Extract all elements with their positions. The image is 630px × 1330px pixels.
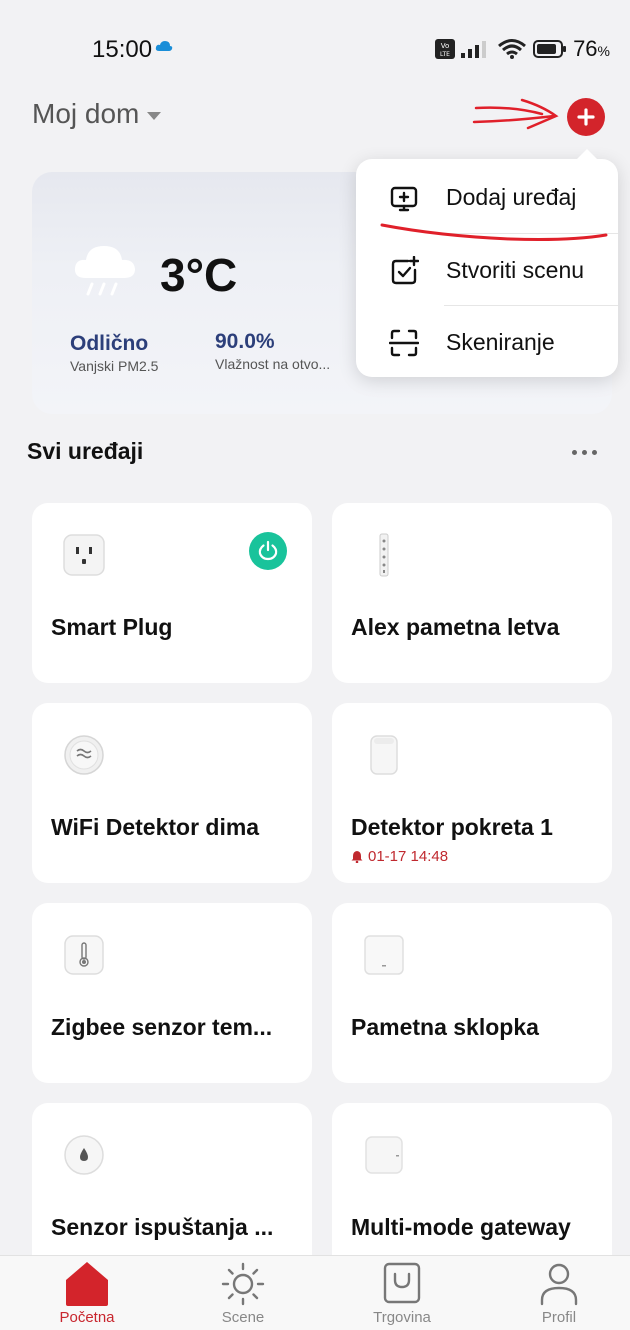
device-name: Pametna sklopka xyxy=(351,1014,539,1040)
weather-stat-pm25: Odlično Vanjski PM2.5 xyxy=(70,332,159,374)
section-title: Svi uređaji xyxy=(27,438,144,464)
home-selector[interactable]: Moj dom xyxy=(32,98,162,130)
device-alert: 01-17 14:48 xyxy=(351,848,448,865)
add-menu: Dodaj uređaj Stvoriti scenu Skeniranje xyxy=(356,149,618,378)
dot-icon xyxy=(592,449,597,455)
home-icon xyxy=(66,1262,108,1306)
wifi-icon xyxy=(498,39,527,59)
smart-plug-icon xyxy=(63,534,105,576)
device-name: Senzor ispuštanja ... xyxy=(51,1214,274,1240)
gateway-icon xyxy=(365,1136,403,1174)
add-button[interactable] xyxy=(567,98,605,136)
menu-item-label: Stvoriti scenu xyxy=(446,256,585,283)
dot-icon xyxy=(572,449,577,455)
nav-item-scene[interactable]: Scene xyxy=(188,1256,298,1330)
nav-label: Profil xyxy=(541,1309,577,1326)
device-name: Alex pametna letva xyxy=(351,614,560,640)
device-card-power-strip[interactable]: Alex pametna letva xyxy=(332,503,612,683)
device-card-smart-plug[interactable]: Smart Plug xyxy=(32,503,312,683)
plus-icon xyxy=(577,108,595,126)
annotation-underline-drawing xyxy=(380,223,608,241)
weather-stat-humidity: 90.0% Vlažnost na otvo... xyxy=(215,330,331,372)
power-icon xyxy=(258,540,278,561)
device-name: Zigbee senzor tem... xyxy=(51,1014,273,1040)
bell-icon xyxy=(351,851,363,863)
scan-icon xyxy=(389,329,419,357)
annotation-arrow-drawing xyxy=(472,98,559,130)
menu-item-scan[interactable]: Skeniranje xyxy=(356,306,618,378)
temperature-sensor-icon xyxy=(64,935,104,975)
status-time: 15:00 xyxy=(92,36,153,63)
device-card-smoke-detector[interactable]: WiFi Detektor dima xyxy=(32,703,312,883)
nav-item-shop[interactable]: Trgovina xyxy=(347,1256,457,1330)
status-icons: Vo LTE 76% xyxy=(435,36,610,62)
menu-item-label: Skeniranje xyxy=(446,328,555,355)
menu-item-label: Dodaj uređaj xyxy=(446,183,577,210)
smart-switch-icon xyxy=(364,935,404,975)
status-bar: 15:00 Vo LTE 76% xyxy=(0,0,630,95)
svg-text:LTE: LTE xyxy=(440,51,450,58)
cloud-icon xyxy=(155,41,173,51)
dot-icon xyxy=(582,449,587,455)
home-name: Moj dom xyxy=(32,98,140,129)
create-scene-icon xyxy=(391,256,419,285)
more-options-button[interactable] xyxy=(572,442,606,462)
battery-icon xyxy=(533,40,567,58)
nav-label: Scene xyxy=(221,1309,265,1326)
sun-icon xyxy=(221,1262,265,1306)
nav-label: Početna xyxy=(59,1309,115,1326)
smoke-detector-icon xyxy=(64,735,104,775)
device-card-smart-switch[interactable]: Pametna sklopka xyxy=(332,903,612,1083)
device-name: Smart Plug xyxy=(51,614,173,640)
device-name: WiFi Detektor dima xyxy=(51,814,260,840)
power-toggle[interactable] xyxy=(249,532,287,570)
battery-level: 76% xyxy=(573,36,610,61)
profile-icon xyxy=(540,1263,578,1306)
bottom-nav: Početna Scene Trgovina Profil xyxy=(0,1255,630,1330)
caret-down-icon xyxy=(147,112,162,120)
power-strip-icon xyxy=(379,533,389,577)
svg-text:Vo: Vo xyxy=(441,42,450,50)
signal-icon xyxy=(461,41,487,58)
temperature: 3°C xyxy=(160,249,238,301)
volte-icon: Vo LTE xyxy=(435,39,456,59)
device-name: Detektor pokreta 1 xyxy=(351,814,553,840)
nav-item-home[interactable]: Početna xyxy=(32,1256,142,1330)
nav-label: Trgovina xyxy=(373,1309,431,1326)
device-card-motion-sensor[interactable]: Detektor pokreta 1 01-17 14:48 xyxy=(332,703,612,883)
motion-sensor-icon xyxy=(370,735,398,775)
rain-cloud-icon xyxy=(74,246,135,296)
water-leak-sensor-icon xyxy=(64,1135,104,1175)
add-device-icon xyxy=(390,186,418,212)
nav-item-profile[interactable]: Profil xyxy=(504,1256,614,1330)
shop-bag-icon xyxy=(383,1262,421,1304)
device-card-temperature-sensor[interactable]: Zigbee senzor tem... xyxy=(32,903,312,1083)
device-name: Multi-mode gateway xyxy=(351,1214,571,1240)
